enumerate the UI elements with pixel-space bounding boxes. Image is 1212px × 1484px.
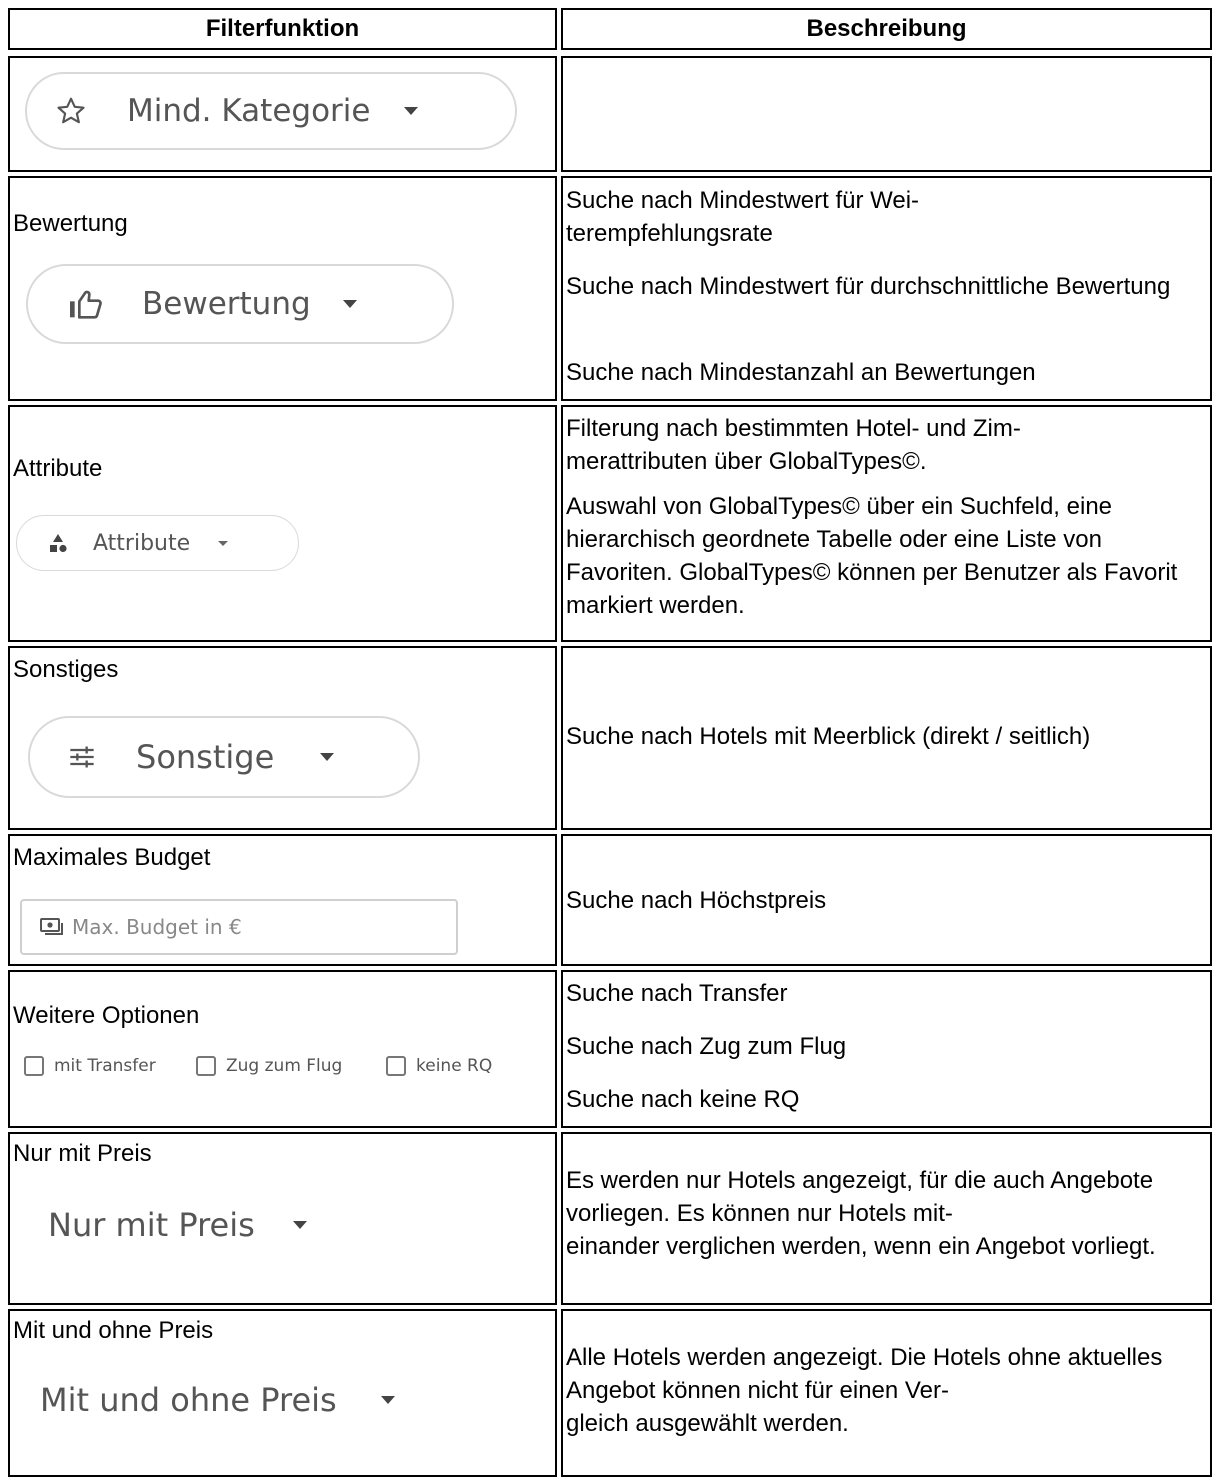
header-beschreibung-text: Beschreibung (806, 15, 967, 42)
bewertung-dropdown[interactable]: Bewertung (26, 264, 454, 344)
checkbox-box[interactable] (196, 1056, 216, 1076)
bewertung-desc-3: Suche nach Mindestanzahl an Bewertungen (566, 359, 1036, 386)
optionen-desc-3: Suche nach keine RQ (566, 1086, 800, 1113)
checkbox-mit-transfer-label: mit Transfer (54, 1056, 156, 1076)
sonstige-chip-label: Sonstige (136, 738, 275, 776)
bewertung-label: Bewertung (13, 210, 128, 237)
chevron-down-icon (218, 540, 229, 546)
nur-preis-dropdown-label: Nur mit Preis (48, 1206, 255, 1244)
nur-preis-dropdown[interactable]: Nur mit Preis (48, 1206, 307, 1244)
row-attribute-desc: Filterung nach bestimmten Hotel- und Zim… (561, 405, 1212, 642)
checkbox-box[interactable] (24, 1056, 44, 1076)
bewertung-desc-2: Suche nach Mindestwert für durchschnittl… (566, 273, 1171, 300)
nur-preis-label: Nur mit Preis (13, 1140, 152, 1167)
kategorie-label: Mind. Kategorie (127, 93, 371, 129)
attribute-label: Attribute (13, 455, 103, 482)
row-kategorie-desc (561, 56, 1212, 172)
optionen-desc-1: Suche nach Transfer (566, 980, 788, 1007)
row-attribute-filter: Attribute Attribute (8, 405, 557, 642)
sonstige-dropdown[interactable]: Sonstige (28, 716, 420, 798)
budget-desc: Suche nach Höchstpreis (566, 887, 827, 914)
mit-ohne-label: Mit und ohne Preis (13, 1317, 214, 1344)
sonstiges-desc: Suche nach Hotels mit Meerblick (direkt … (566, 723, 1091, 750)
star-icon (57, 97, 85, 124)
header-filterfunktion-text: Filterfunktion (205, 15, 360, 42)
row-nur-preis-filter: Nur mit Preis Nur mit Preis (8, 1132, 557, 1305)
row-bewertung-filter: Bewertung Bewertung (8, 176, 557, 401)
mit-ohne-dropdown-label: Mit und ohne Preis (40, 1381, 337, 1419)
mit-ohne-dropdown[interactable]: Mit und ohne Preis (40, 1381, 395, 1419)
header-beschreibung: Beschreibung (561, 8, 1212, 50)
row-budget-filter: Maximales Budget Max. Budget in € (8, 834, 557, 966)
row-optionen-filter: Weitere Optionen mit Transfer Zug zum Fl… (8, 970, 557, 1128)
row-optionen-desc: Suche nach Transfer Suche nach Zug zum F… (561, 970, 1212, 1128)
chevron-down-icon (380, 1396, 395, 1404)
kategorie-dropdown[interactable]: Mind. Kategorie (25, 72, 517, 150)
row-mit-ohne-desc: Alle Hotels werden angezeigt. Die Hotels… (561, 1309, 1212, 1477)
sonstiges-label: Sonstiges (13, 656, 119, 683)
checkbox-zug-zum-flug[interactable]: Zug zum Flug (196, 1056, 342, 1076)
bewertung-chip-label: Bewertung (142, 286, 311, 322)
row-sonstiges-desc: Suche nach Hotels mit Meerblick (direkt … (561, 646, 1212, 830)
budget-placeholder: Max. Budget in € (72, 915, 242, 939)
checkbox-keine-rq-label: keine RQ (416, 1056, 493, 1076)
row-nur-preis-desc: Es werden nur Hotels angezeigt, für die … (561, 1132, 1212, 1305)
header-filterfunktion: Filterfunktion (8, 8, 557, 50)
chevron-down-icon (404, 107, 419, 115)
bewertung-desc-1: Suche nach Mindestwert für Wei- terempfe… (566, 187, 920, 247)
thumbs-up-icon (70, 290, 102, 319)
row-mit-ohne-filter: Mit und ohne Preis Mit und ohne Preis (8, 1309, 557, 1477)
attribute-desc-1: Filterung nach bestimmten Hotel- und Zim… (566, 415, 1021, 475)
chevron-down-icon (342, 300, 357, 308)
checkbox-mit-transfer[interactable]: mit Transfer (24, 1056, 156, 1076)
row-sonstiges-filter: Sonstiges Sonstige (8, 646, 557, 830)
money-icon (40, 918, 63, 935)
optionen-desc-2: Suche nach Zug zum Flug (566, 1033, 847, 1060)
attribute-dropdown[interactable]: Attribute (16, 515, 299, 571)
checkbox-keine-rq[interactable]: keine RQ (386, 1056, 492, 1076)
optionen-label: Weitere Optionen (13, 1002, 200, 1029)
row-budget-desc: Suche nach Höchstpreis (561, 834, 1212, 966)
filter-table: Filterfunktion Beschreibung Mind. Katego… (8, 8, 1212, 1477)
checkbox-zug-zum-flug-label: Zug zum Flug (226, 1056, 343, 1076)
shapes-icon (50, 534, 67, 553)
checkbox-box[interactable] (386, 1056, 406, 1076)
tune-icon (70, 746, 94, 768)
mit-ohne-desc: Alle Hotels werden angezeigt. Die Hotels… (566, 1344, 1163, 1437)
chevron-down-icon (320, 753, 335, 761)
attribute-desc-2: Auswahl von GlobalTypes© über ein Suchfe… (566, 493, 1178, 619)
budget-input[interactable]: Max. Budget in € (20, 899, 458, 955)
nur-preis-desc: Es werden nur Hotels angezeigt, für die … (566, 1167, 1156, 1260)
attribute-chip-label: Attribute (93, 530, 191, 556)
row-kategorie-filter: Mind. Kategorie (8, 56, 557, 172)
budget-label: Maximales Budget (13, 844, 211, 871)
chevron-down-icon (292, 1221, 307, 1229)
row-bewertung-desc: Suche nach Mindestwert für Wei- terempfe… (561, 176, 1212, 401)
